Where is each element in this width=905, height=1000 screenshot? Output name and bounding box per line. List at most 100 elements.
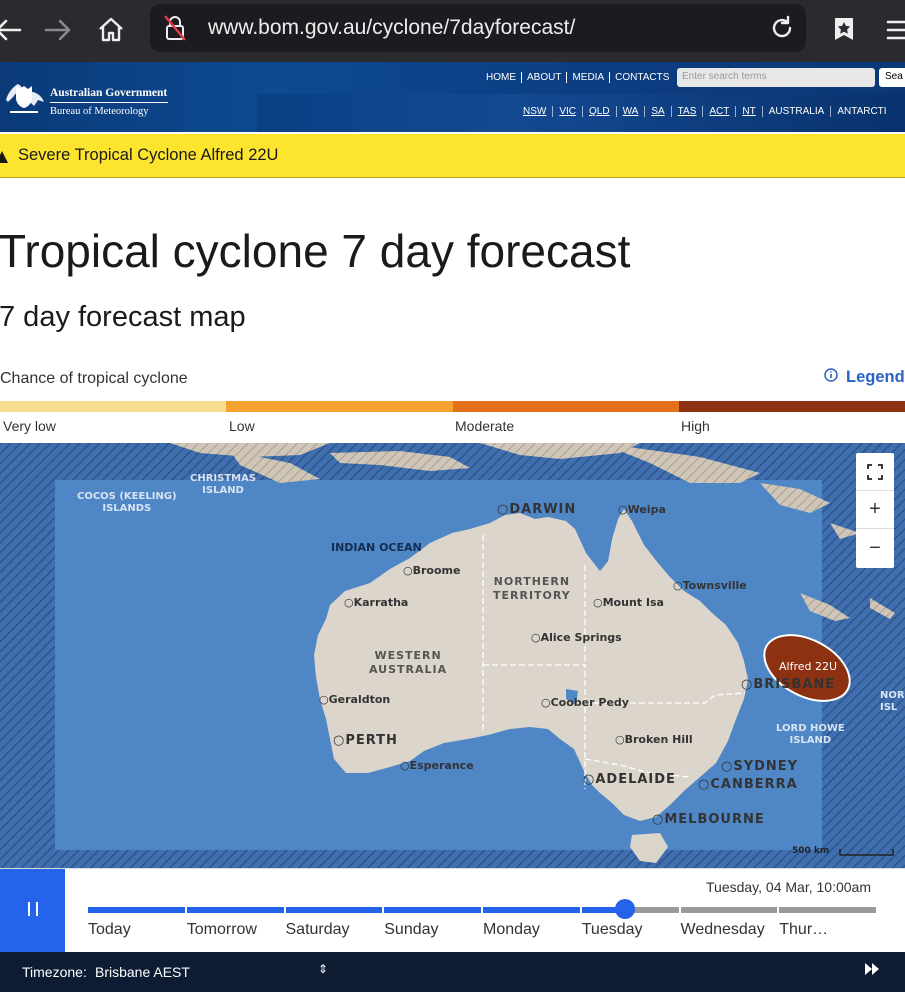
nav-home-link[interactable]: HOME <box>481 72 522 83</box>
state-link-antarctica[interactable]: ANTARCTI <box>831 106 892 117</box>
insecure-lock-icon[interactable] <box>162 14 188 47</box>
town-broome[interactable]: ○Broome <box>403 564 460 577</box>
label-northern-territory: NORTHERN TERRITORY <box>493 575 571 602</box>
scale-moderate <box>452 401 679 412</box>
chance-label: Chance of tropical cyclone <box>0 370 188 387</box>
site-search-input[interactable]: Enter search terms <box>677 68 875 87</box>
scale-label-high: High <box>681 418 710 434</box>
city-darwin[interactable]: ○DARWIN <box>497 502 576 517</box>
town-broken-hill[interactable]: ○Broken Hill <box>615 733 693 746</box>
town-weipa[interactable]: ○Weipa <box>618 503 666 516</box>
legend-label: Legend <box>846 368 905 386</box>
timeline-day-label[interactable]: Sunday <box>384 921 438 939</box>
state-link-sa[interactable]: SA <box>645 106 672 117</box>
bureau-name[interactable]: Bureau of Meteorology <box>50 106 149 117</box>
town-coober-pedy[interactable]: ○Coober Pedy <box>541 696 629 709</box>
forecast-map[interactable]: CHRISTMAS ISLAND COCOS (KEELING) ISLANDS… <box>0 443 905 868</box>
section-title: 7 day forecast map <box>0 301 246 333</box>
address-bar[interactable]: www.bom.gov.au/cyclone/7dayforecast/ <box>150 4 806 52</box>
timeline-day-segment[interactable] <box>483 907 580 913</box>
state-link-nt[interactable]: NT <box>736 106 763 117</box>
timeline-day-segment[interactable] <box>779 907 876 913</box>
select-chevron-icon[interactable]: ⇕ <box>318 962 328 976</box>
bom-site-header: Australian Government Bureau of Meteorol… <box>0 62 905 132</box>
bookmark-star-icon[interactable] <box>826 12 862 48</box>
label-indian-ocean: INDIAN OCEAN <box>331 541 422 554</box>
timeline-day-label[interactable]: Thur… <box>779 921 828 939</box>
timeline-day-segment[interactable] <box>680 907 778 913</box>
site-search-button[interactable]: Sea <box>879 68 905 87</box>
timeline-day-label[interactable]: Tomorrow <box>187 921 257 939</box>
scale-low <box>226 401 453 412</box>
menu-icon[interactable] <box>878 12 905 48</box>
state-link-vic[interactable]: VIC <box>553 106 584 117</box>
state-link-act[interactable]: ACT <box>703 106 737 117</box>
timezone-label: Timezone: <box>22 964 87 980</box>
forecast-timestamp: Tuesday, 04 Mar, 10:00am <box>706 879 871 895</box>
timeline-day-segment[interactable] <box>186 907 284 913</box>
state-link-nsw[interactable]: NSW <box>517 106 554 117</box>
scale-labels: Very low Low Moderate High <box>0 418 905 436</box>
zoom-in-icon[interactable]: + <box>856 491 894 529</box>
city-canberra[interactable]: ○CANBERRA <box>698 777 798 792</box>
timeline-day-label[interactable]: Today <box>88 921 131 939</box>
alert-text[interactable]: Severe Tropical Cyclone Alfred 22U <box>18 146 278 165</box>
pause-icon <box>24 898 42 924</box>
scale-label-moderate: Moderate <box>455 418 515 434</box>
timeline-track[interactable] <box>88 907 878 913</box>
label-cocos-islands: COCOS (KEELING) ISLANDS <box>77 491 177 514</box>
scale-very-low <box>0 401 227 412</box>
city-brisbane[interactable]: ○BRISBANE <box>741 677 835 692</box>
state-link-qld[interactable]: QLD <box>583 106 617 117</box>
fullscreen-icon[interactable] <box>856 453 894 491</box>
gov-name[interactable]: Australian Government <box>50 87 167 99</box>
timeline-day-label[interactable]: Wednesday <box>681 921 765 939</box>
nav-contacts-link[interactable]: CONTACTS <box>610 72 674 83</box>
state-link-wa[interactable]: WA <box>617 106 646 117</box>
chance-color-scale <box>0 401 905 412</box>
city-sydney[interactable]: ○SYDNEY <box>721 759 798 774</box>
timeline-day-segment[interactable] <box>88 907 185 913</box>
city-melbourne[interactable]: ○MELBOURNE <box>652 812 765 827</box>
nav-about-link[interactable]: ABOUT <box>522 72 568 83</box>
label-christmas-island: CHRISTMAS ISLAND <box>190 473 257 496</box>
cyclone-alert-banner[interactable]: Severe Tropical Cyclone Alfred 22U <box>0 134 905 178</box>
state-link-australia[interactable]: AUSTRALIA <box>763 106 832 117</box>
town-mount-isa[interactable]: ○Mount Isa <box>593 596 664 609</box>
timeline-day-label[interactable]: Monday <box>483 921 540 939</box>
timeline-slider-handle[interactable] <box>615 899 636 919</box>
timeline-day-segment[interactable] <box>285 907 383 913</box>
fast-forward-icon[interactable] <box>864 962 880 979</box>
warning-triangle-icon <box>0 150 8 168</box>
forecast-timeline: Tuesday, 04 Mar, 10:00am Today Tomorrow Sa… <box>0 868 905 953</box>
nav-media-link[interactable]: MEDIA <box>567 72 611 83</box>
city-perth[interactable]: ○PERTH <box>333 733 398 748</box>
scale-label-low: Low <box>229 418 255 434</box>
page-title: Tropical cyclone 7 day forecast <box>0 225 631 277</box>
reload-icon[interactable] <box>768 14 796 47</box>
timeline-day-segment[interactable] <box>384 907 481 913</box>
timezone-select[interactable]: Brisbane AEST <box>95 964 190 980</box>
timeline-day-label[interactable]: Saturday <box>286 921 350 939</box>
cyclone-alfred-label[interactable]: Alfred 22U <box>779 660 837 673</box>
zoom-out-icon[interactable]: − <box>856 529 894 567</box>
forward-arrow-icon[interactable] <box>40 12 76 48</box>
info-icon <box>824 368 838 387</box>
state-link-tas[interactable]: TAS <box>672 106 704 117</box>
map-controls: + − <box>856 453 894 568</box>
government-crest-icon[interactable] <box>0 76 48 127</box>
map-scale-label: 500 km <box>792 846 830 856</box>
city-adelaide[interactable]: ○ADELAIDE <box>583 772 676 787</box>
home-icon[interactable] <box>93 12 129 48</box>
state-nav: NSW VIC QLD WA SA TAS ACT NT AUSTRALIA A… <box>517 106 893 117</box>
legend-button[interactable]: Legend <box>824 368 905 387</box>
town-karratha[interactable]: ○Karratha <box>344 596 408 609</box>
pause-button[interactable] <box>0 869 65 953</box>
timezone-bar: Timezone: Brisbane AEST ⇕ <box>0 952 905 992</box>
town-geraldton[interactable]: ○Geraldton <box>319 693 390 706</box>
town-alice-springs[interactable]: ○Alice Springs <box>531 631 622 644</box>
timeline-day-label[interactable]: Tuesday <box>582 921 643 939</box>
back-arrow-icon[interactable] <box>0 12 26 48</box>
town-esperance[interactable]: ○Esperance <box>400 759 474 772</box>
town-townsville[interactable]: ○Townsville <box>673 579 747 592</box>
